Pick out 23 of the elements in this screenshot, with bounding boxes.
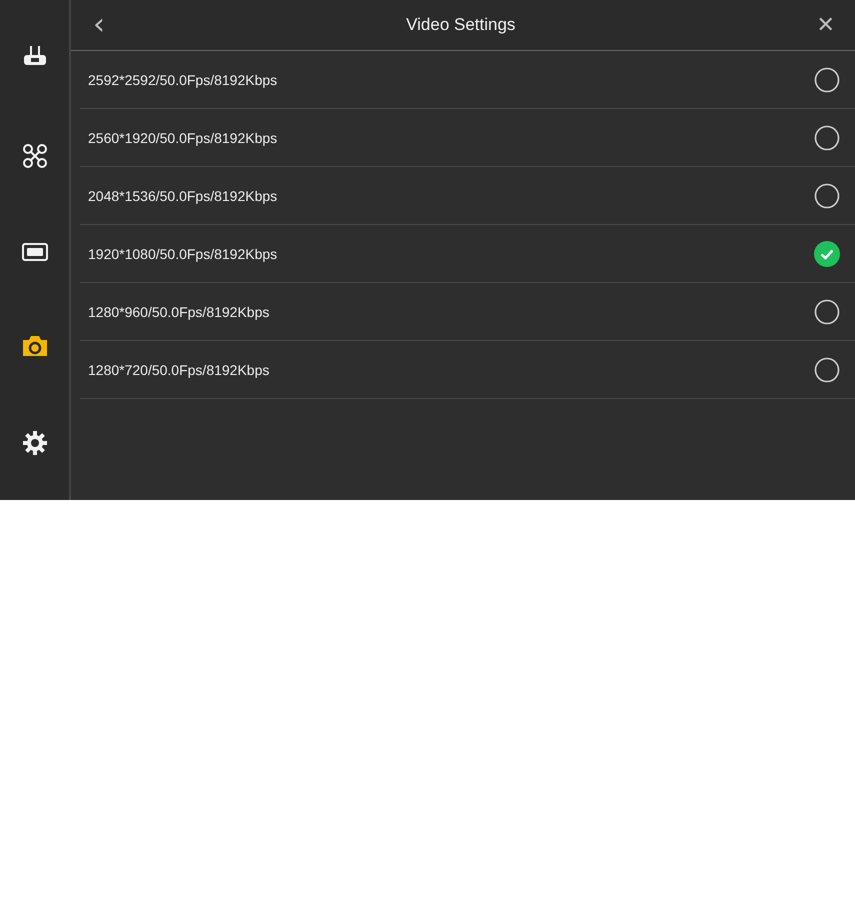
option-label: 2048*1536/50.0Fps/8192Kbps	[88, 188, 278, 204]
option-label: 2560*1920/50.0Fps/8192Kbps	[88, 130, 278, 146]
radio-icon[interactable]	[814, 182, 840, 208]
resolution-option[interactable]: 1920*1080/50.0Fps/8192Kbps	[80, 225, 855, 283]
resolution-option[interactable]: 1280*960/50.0Fps/8192Kbps	[80, 283, 855, 341]
option-label: 1280*720/50.0Fps/8192Kbps	[88, 362, 270, 378]
camera-icon	[20, 335, 48, 357]
radio-icon[interactable]	[814, 356, 840, 382]
resolution-option[interactable]: 2592*2592/50.0Fps/8192Kbps	[80, 51, 855, 109]
resolution-option[interactable]: 1280*720/50.0Fps/8192Kbps	[80, 341, 855, 399]
resolution-option[interactable]: 2560*1920/50.0Fps/8192Kbps	[80, 109, 855, 167]
option-label: 2592*2592/50.0Fps/8192Kbps	[88, 72, 278, 88]
dialog-title: Video Settings	[406, 15, 516, 35]
radio-icon[interactable]	[814, 66, 840, 92]
option-label: 1280*960/50.0Fps/8192Kbps	[88, 304, 270, 320]
back-button[interactable]: ‹	[89, 10, 109, 40]
radio-icon[interactable]	[814, 298, 840, 324]
resolution-option[interactable]: 2048*1536/50.0Fps/8192Kbps	[80, 167, 855, 225]
option-label: 1920*1080/50.0Fps/8192Kbps	[88, 246, 278, 262]
drone-icon	[22, 143, 48, 169]
close-button[interactable]: ✕	[812, 12, 839, 38]
checked-radio-icon[interactable]	[814, 240, 840, 266]
radio-icon[interactable]	[814, 124, 840, 150]
